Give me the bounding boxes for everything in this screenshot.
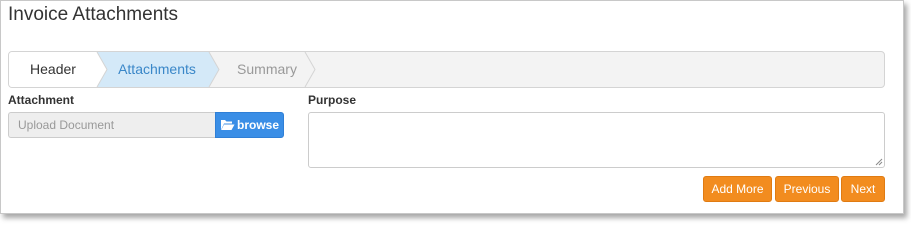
browse-label: browse [236,118,279,132]
folder-open-icon [220,119,235,131]
wizard-steps: Header Attachments Summary [8,51,885,88]
upload-document-input[interactable] [8,112,216,138]
step-summary[interactable]: Summary [217,52,317,87]
purpose-label: Purpose [308,93,357,107]
step-attachments[interactable]: Attachments [97,52,217,87]
resize-grip-icon[interactable] [875,158,883,166]
page-title: Invoice Attachments [8,4,179,25]
invoice-attachments-panel: Invoice Attachments Header Attachments S… [0,0,904,214]
attachment-label: Attachment [8,93,75,107]
step-header[interactable]: Header [9,52,97,87]
browse-button[interactable]: browse [215,112,284,138]
next-button[interactable]: Next [841,176,885,202]
add-more-button[interactable]: Add More [703,176,772,202]
purpose-textarea[interactable] [308,112,885,168]
previous-button[interactable]: Previous [775,176,839,202]
